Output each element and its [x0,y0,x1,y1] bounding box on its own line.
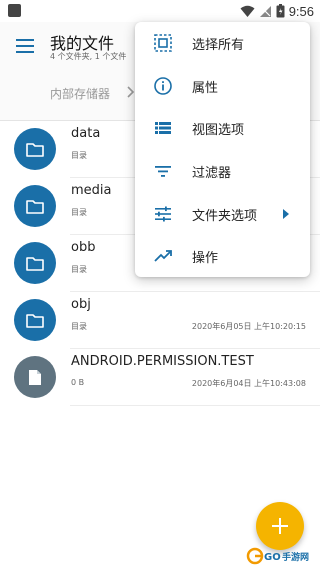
wifi-icon [240,5,255,17]
file-type: 目录 [71,151,87,160]
breadcrumb-item-internal-storage[interactable]: 内部存储器 [50,85,110,102]
clock: 9:56 [288,3,314,19]
menu-item-actions[interactable]: 操作 [135,235,310,277]
divider [70,405,320,406]
file-name: data [71,126,101,141]
file-type: 目录 [71,265,87,274]
plus-icon [272,518,288,534]
hamburger-menu-button[interactable] [14,36,36,56]
filter-icon [155,166,171,177]
menu-icon [16,39,34,53]
file-date: 2020年6月05日 上午10:20:15 [191,322,306,331]
file-icon [14,356,56,398]
menu-item-properties[interactable]: 属性 [135,65,310,107]
submenu-arrow-icon [283,209,289,219]
info-icon [154,77,172,95]
file-row[interactable]: ANDROID.PERMISSION.TEST 0 B 2020年6月04日 上… [0,349,320,406]
app-notification-icon [8,4,21,17]
file-type: 目录 [71,322,87,331]
no-signal-icon [259,5,271,17]
menu-item-label: 属性 [192,81,219,96]
folder-icon [14,299,56,341]
menu-item-label: 文件夹选项 [192,209,258,224]
menu-item-view-options[interactable]: 视图选项 [135,107,310,149]
file-type: 目录 [71,208,87,217]
svg-text:GO: GO [264,552,281,563]
menu-item-label: 选择所有 [192,38,245,53]
folder-icon [14,128,56,170]
menu-item-label: 过滤器 [192,166,232,181]
folder-icon [14,242,56,284]
view-list-icon [155,122,171,134]
select-all-icon [154,34,172,52]
trending-up-icon [154,250,172,262]
menu-item-label: 视图选项 [192,123,245,138]
overflow-menu: 选择所有 属性 视图选项 过滤器 文件夹选项 操作 [135,22,310,277]
page-subtitle: 4 个文件夹, 1 个文件 [50,52,127,61]
file-name: obj [71,297,91,312]
file-name: media [71,183,112,198]
file-name: ANDROID.PERMISSION.TEST [71,354,254,369]
menu-item-select-all[interactable]: 选择所有 [135,22,310,64]
watermark-logo: GO 手游网 [246,547,309,565]
file-date: 2020年6月04日 上午10:43:08 [191,379,306,388]
file-row[interactable]: obj 目录 2020年6月05日 上午10:20:15 [0,292,320,349]
tune-icon [155,206,171,222]
add-fab-button[interactable] [256,502,304,550]
svg-text:手游网: 手游网 [282,551,309,563]
menu-item-filter[interactable]: 过滤器 [135,150,310,192]
menu-item-folder-options[interactable]: 文件夹选项 [135,193,310,235]
status-icons: 9:56 [240,3,314,19]
file-name: obb [71,240,96,255]
folder-icon [14,185,56,227]
status-bar: 9:56 [0,0,320,22]
menu-item-label: 操作 [192,251,219,266]
file-size: 0 B [71,378,85,387]
battery-icon [276,4,285,18]
